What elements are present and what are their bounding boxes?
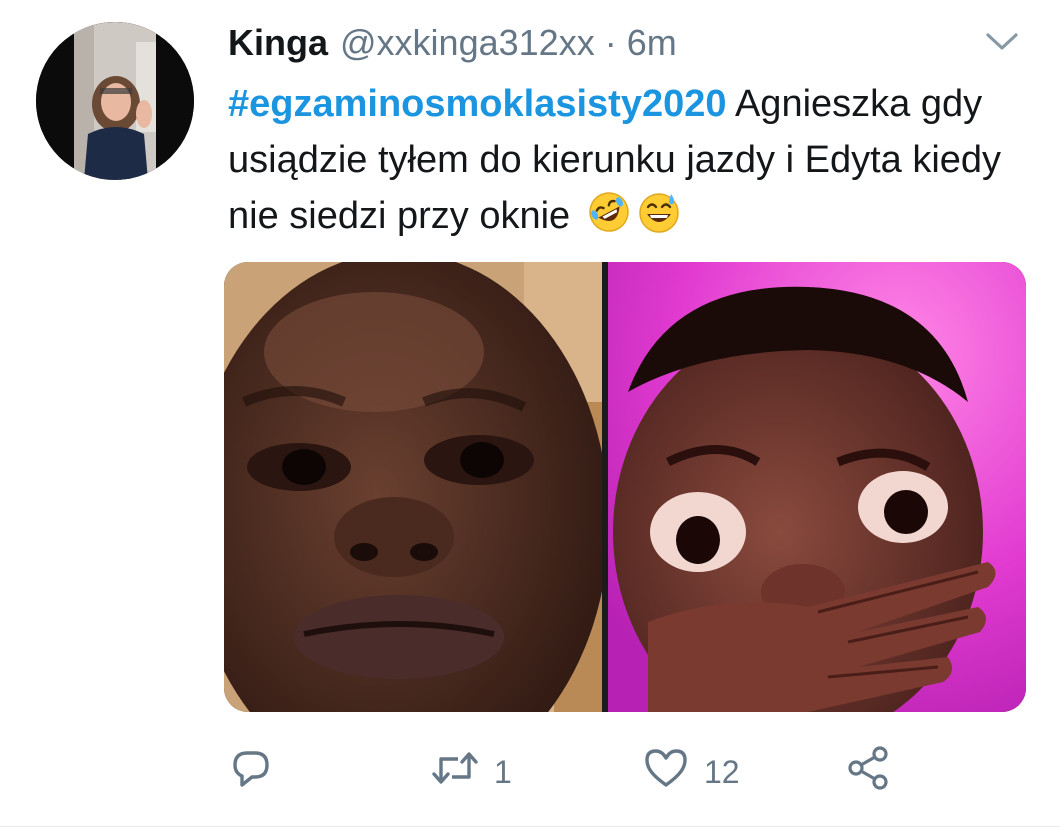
- crying-man-right-photo[interactable]: [608, 262, 1026, 712]
- retweet-count: 1: [494, 753, 512, 790]
- heart-icon: [642, 745, 690, 799]
- tweet-actions: 1 12: [224, 742, 1024, 802]
- avatar[interactable]: [36, 22, 194, 180]
- crying-man-left-photo[interactable]: [224, 262, 602, 712]
- tweet-text: #egzaminosmoklasisty2020 Agnieszka gdy u…: [228, 76, 1018, 250]
- user-handle[interactable]: @xxkinga312xx: [340, 20, 595, 66]
- reply-button[interactable]: [228, 742, 274, 802]
- like-button[interactable]: 12: [642, 742, 740, 802]
- divider: [0, 826, 1060, 827]
- retweet-icon: [430, 745, 480, 799]
- reply-icon: [228, 745, 274, 799]
- tweet-card: Kinga @xxkinga312xx · 6m #egzaminosmokla…: [0, 0, 1060, 840]
- hashtag-link[interactable]: #egzaminosmoklasisty2020: [228, 83, 727, 125]
- share-button[interactable]: [844, 742, 894, 802]
- tweet-media[interactable]: [224, 262, 1026, 712]
- rolling-on-floor-laughing-emoji: [587, 190, 631, 250]
- tweet-header: Kinga @xxkinga312xx · 6m: [228, 20, 677, 66]
- display-name[interactable]: Kinga: [228, 20, 328, 66]
- grinning-sweat-emoji: [637, 190, 681, 250]
- like-count: 12: [704, 753, 740, 790]
- tweet-timestamp[interactable]: 6m: [627, 20, 677, 66]
- chevron-down-icon[interactable]: [982, 26, 1022, 56]
- retweet-button[interactable]: 1: [430, 742, 512, 802]
- header-separator: ·: [604, 22, 617, 63]
- share-icon: [844, 745, 894, 799]
